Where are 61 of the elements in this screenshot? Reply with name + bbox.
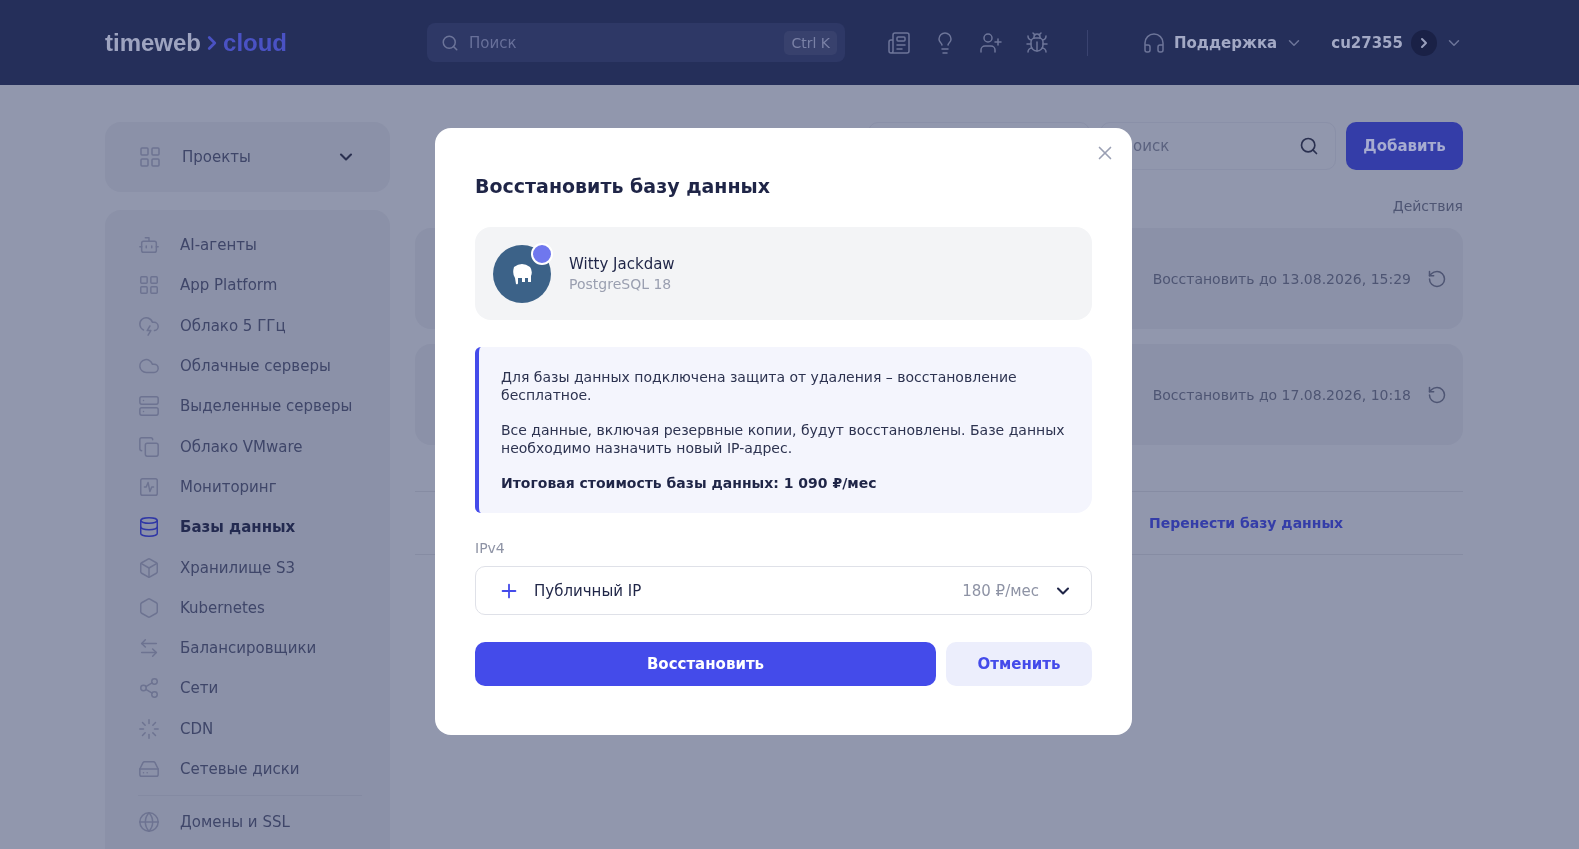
restore-button[interactable]: Восстановить xyxy=(475,642,936,686)
grid-icon xyxy=(138,145,162,169)
network-icon xyxy=(138,677,160,700)
search-field[interactable]: Поиск Ctrl K xyxy=(427,23,846,62)
dialog-title: Восстановить базу данных xyxy=(475,175,772,197)
migrate-link[interactable]: Перенести базу данных xyxy=(1149,515,1344,531)
database-name: Witty Jackdaw xyxy=(569,255,675,273)
spokes-icon xyxy=(138,717,160,740)
sidebar-item[interactable]: Базы данных xyxy=(138,507,362,548)
cube-icon xyxy=(138,556,160,579)
user-plus-icon[interactable] xyxy=(979,30,1004,55)
sidebar-item[interactable]: AI-агенты xyxy=(138,225,362,266)
headphones-icon xyxy=(1142,30,1166,55)
news-icon[interactable] xyxy=(887,30,912,55)
sidebar-item[interactable]: Хранилище S3 xyxy=(138,547,362,588)
copy-icon xyxy=(138,435,160,458)
database-engine: PostgreSQL 18 xyxy=(569,276,673,292)
sidebar-item[interactable]: Сетевые диски xyxy=(138,748,362,790)
restore-icon[interactable] xyxy=(1427,268,1447,289)
restore-icon[interactable] xyxy=(1427,384,1447,405)
sidebar-item[interactable]: Балансировщики xyxy=(138,627,362,669)
sidebar-item[interactable]: Облако VMware xyxy=(138,426,362,467)
account-name[interactable]: cu27355 xyxy=(1331,33,1403,52)
sidebar-item[interactable]: App Platform xyxy=(138,265,362,306)
notice-text: Для базы данных подключена защита от удаления – восстановление бесплатное. xyxy=(501,368,1018,404)
restore-deadline: Восстановить до 17.08.2026, 10:18 xyxy=(1152,386,1411,403)
sidebar-item[interactable]: CDN xyxy=(138,708,362,749)
cloud-lightning-icon xyxy=(138,314,160,337)
elephant-icon xyxy=(510,262,534,285)
sidebar-item[interactable]: Выделенные серверы xyxy=(138,386,362,427)
ip-select[interactable]: Публичный IP 180 ₽/мес xyxy=(475,566,1092,615)
notice-text: Все данные, включая резервные копии, будут восстановлены. Базе данных необходимо назначить новый IP-адрес. xyxy=(501,421,1066,457)
sidebar-item[interactable]: Домены и SSL xyxy=(138,802,362,843)
support-menu[interactable]: Поддержка xyxy=(1174,33,1278,52)
total-cost: Итоговая стоимость базы данных: 1 090 ₽/мес xyxy=(501,474,878,492)
projects-selector[interactable]: Проекты xyxy=(105,122,390,192)
search-icon xyxy=(441,33,460,52)
arrows-icon xyxy=(138,637,160,660)
hexagon-icon xyxy=(138,596,160,619)
sidebar-item[interactable]: Сети xyxy=(138,668,362,709)
activity-icon xyxy=(138,475,160,498)
sidebar-item[interactable]: Облако 5 ГГц xyxy=(138,305,362,346)
sidebar-item[interactable]: Мониторинг xyxy=(138,466,362,508)
field-label: IPv4 xyxy=(475,540,506,556)
logo[interactable]: timeweb cloud xyxy=(105,28,428,57)
status-badge xyxy=(531,242,553,265)
cancel-button[interactable]: Отменить xyxy=(946,642,1092,686)
restore-deadline: Восстановить до 13.08.2026, 15:29 xyxy=(1152,270,1411,287)
search-icon xyxy=(1299,136,1319,156)
globe-icon xyxy=(138,811,160,834)
chevron-right-icon[interactable] xyxy=(1411,29,1437,56)
add-button[interactable]: Добавить xyxy=(1346,122,1463,170)
grid-icon xyxy=(138,274,160,297)
sidebar-item[interactable]: Kubernetes xyxy=(138,587,362,628)
column-header: Действия xyxy=(1392,198,1463,214)
sidebar-item[interactable]: Облачные серверы xyxy=(138,345,362,387)
server-icon xyxy=(138,395,160,418)
database-icon xyxy=(138,516,160,539)
shortcut-badge: Ctrl K xyxy=(784,30,838,55)
bug-icon[interactable] xyxy=(1025,30,1050,55)
drive-icon xyxy=(138,758,160,780)
